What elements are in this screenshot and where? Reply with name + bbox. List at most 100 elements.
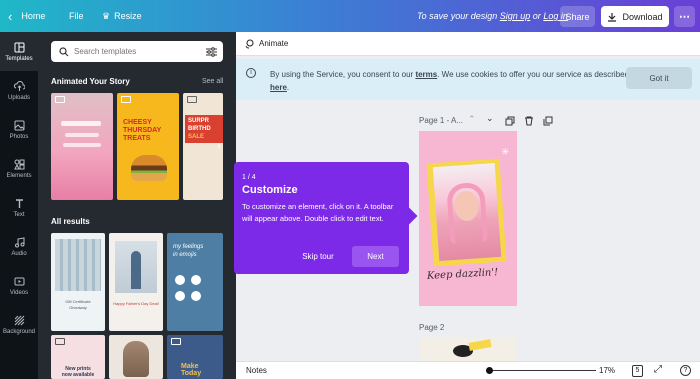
search-input[interactable] (74, 44, 194, 59)
fullscreen-icon[interactable]: ⤢ (654, 364, 662, 375)
signup-link[interactable]: Sign up (500, 11, 531, 21)
thumb-text: BIRTHD (188, 126, 211, 132)
template-thumb-gift-certificate[interactable]: Gift Certificate Giveaway (51, 233, 105, 331)
rail-item-videos[interactable]: Videos (0, 266, 38, 305)
tour-body: To customize an element, click on it. A … (242, 202, 394, 223)
got-it-button[interactable]: Got it (626, 67, 692, 89)
video-icon (14, 277, 24, 285)
help-icon[interactable]: ? (680, 365, 691, 376)
file-label: File (69, 11, 84, 21)
template-thumb-cat[interactable] (109, 335, 163, 379)
thumb-text: THURSDAY (123, 127, 162, 134)
template-thumb-new-prints[interactable]: New prints now available (51, 335, 105, 379)
home-button[interactable]: ‹ Home (8, 0, 45, 32)
all-results-title: All results (51, 217, 90, 226)
animated-section-title: Animated Your Story (51, 77, 130, 86)
filter-icon[interactable] (206, 47, 217, 57)
photo-icon (14, 120, 24, 130)
next-button[interactable]: Next (352, 246, 399, 267)
thumb-text: my feelings (173, 244, 204, 250)
zoom-slider[interactable] (486, 367, 596, 374)
chevron-up-icon[interactable]: ⌃ (468, 114, 476, 125)
page-1-title[interactable]: Page 1 - A... (419, 116, 463, 125)
info-icon: i (246, 68, 256, 78)
cookie-text: By using the Service, you consent to our… (270, 70, 630, 92)
background-icon (14, 315, 24, 325)
resize-button[interactable]: ♛ Resize (102, 0, 142, 32)
tour-title: Customize (242, 184, 298, 196)
share-button[interactable]: Share (560, 6, 595, 27)
thumb-text-block (65, 133, 99, 137)
thumb-text: Giveaway (69, 305, 87, 310)
hair-shape (446, 181, 489, 245)
crown-icon: ♛ (102, 10, 111, 21)
emoji-circle (191, 291, 201, 301)
portrait-photo[interactable] (432, 162, 502, 262)
rail-item-text[interactable]: Text (0, 188, 38, 227)
template-thumb-feelings-emojis[interactable]: my feelings in emojis (167, 233, 223, 331)
add-page-icon[interactable] (543, 116, 553, 126)
person-figure (131, 251, 141, 289)
thumb-text: Make (181, 363, 199, 370)
thumb-text: CHEESY (123, 119, 152, 126)
here-link[interactable]: here (270, 83, 287, 92)
page-2-title[interactable]: Page 2 (419, 323, 444, 332)
rail-item-templates[interactable]: Templates (0, 32, 38, 71)
chevron-down-icon[interactable]: ⌄ (486, 113, 494, 124)
terms-link[interactable]: terms (415, 70, 437, 79)
thumb-text: TREATS (123, 135, 151, 142)
text-icon (15, 198, 23, 208)
design-page-1[interactable]: ✳ Keep dazzlin'! (419, 131, 517, 306)
video-badge-icon (55, 338, 65, 345)
cookie-banner: i By using the Service, you consent to o… (236, 59, 700, 100)
tour-tooltip: 1 / 4 Customize To customize an element,… (234, 162, 418, 274)
thumb-text: now available (61, 372, 95, 378)
zoom-slider-thumb[interactable] (486, 367, 493, 374)
sparkle-icon: ✳ (501, 147, 510, 158)
editor-footer: Notes 17% 5 ⤢ ? (236, 361, 700, 379)
template-thumb-make-today[interactable]: Make Today (167, 335, 223, 379)
file-menu[interactable]: File (69, 0, 84, 32)
more-options-button[interactable]: ⋯ (674, 6, 695, 27)
thumb-text: Today (181, 370, 202, 377)
skip-tour-button[interactable]: Skip tour (292, 246, 344, 267)
zoom-level[interactable]: 17% (599, 366, 615, 375)
emoji-circle (175, 291, 185, 301)
scroll-right-arrow[interactable]: › (217, 140, 221, 152)
cat-image (123, 341, 149, 377)
thumb-text-block (63, 143, 101, 147)
video-badge-icon (171, 338, 181, 345)
emoji-circle (191, 275, 201, 285)
tour-step: 1 / 4 (242, 174, 256, 181)
rail-item-uploads[interactable]: Uploads (0, 71, 38, 110)
emoji-circle (175, 275, 185, 285)
thumb-text: in emojis (173, 252, 197, 258)
templates-panel: Animated Your Story See all CHEESY THURS… (38, 32, 236, 379)
download-icon (608, 12, 617, 22)
delete-page-icon[interactable] (524, 116, 534, 126)
template-thumb-cheesy-thursday[interactable]: CHEESY THURSDAY TREATS (117, 93, 179, 200)
rail-item-elements[interactable]: Elements (0, 149, 38, 188)
template-thumb-pink-story[interactable] (51, 93, 113, 200)
side-rail: Templates Uploads Photos Elements Text A… (0, 32, 38, 379)
rail-item-audio[interactable]: Audio (0, 227, 38, 266)
search-icon (59, 47, 69, 57)
templates-icon (14, 42, 24, 52)
design-caption[interactable]: Keep dazzlin'! (427, 267, 499, 282)
video-badge-icon (55, 96, 65, 103)
see-all-link[interactable]: See all (202, 78, 223, 85)
template-thumb-fathers-day[interactable]: Happy Father's Day Deal! (109, 233, 163, 331)
page-count-button[interactable]: 5 (632, 365, 643, 377)
ellipsis-icon: ⋯ (679, 11, 690, 23)
rail-item-background[interactable]: Background (0, 305, 38, 344)
animate-icon (245, 39, 254, 48)
animate-toolbar: Animate (236, 32, 700, 56)
duplicate-page-icon[interactable] (505, 116, 515, 126)
rail-item-photos[interactable]: Photos (0, 110, 38, 149)
animate-button[interactable]: Animate (244, 39, 288, 49)
upload-icon (13, 80, 25, 91)
notes-button[interactable]: Notes (246, 366, 267, 375)
download-button[interactable]: Download (601, 6, 669, 27)
resize-label: Resize (114, 11, 142, 21)
video-badge-icon (187, 96, 197, 103)
